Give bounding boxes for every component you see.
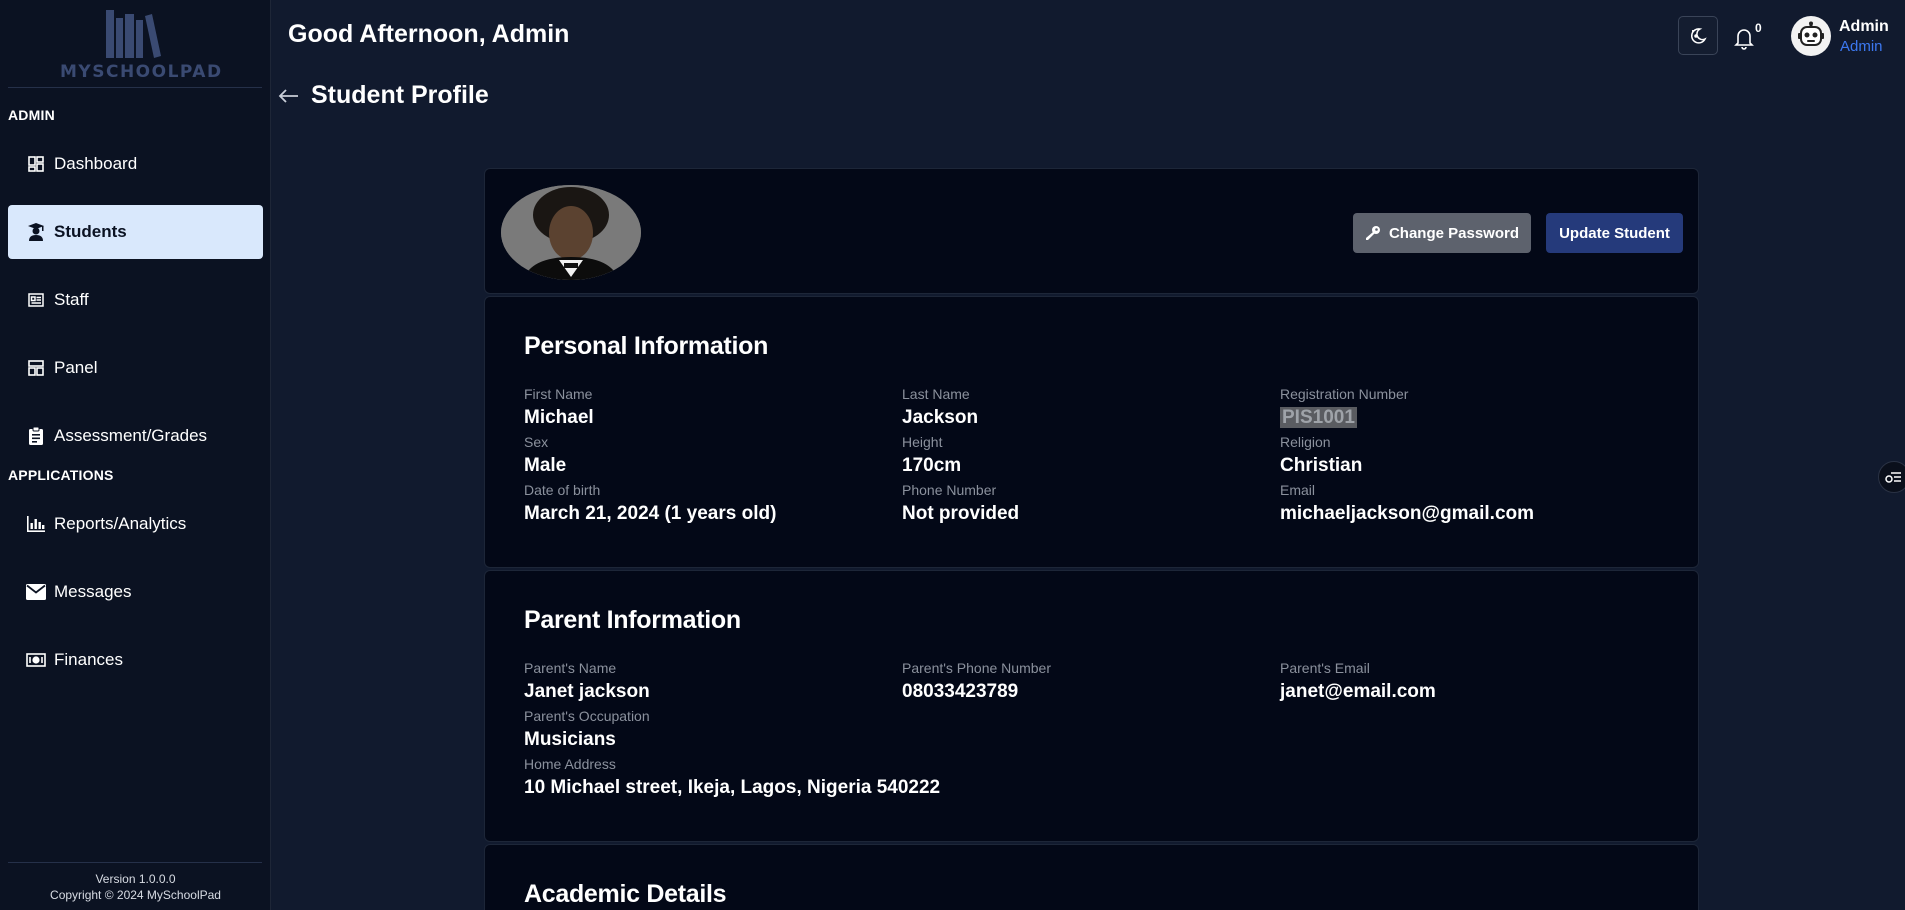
moon-sun-icon: [1690, 27, 1707, 44]
section-label-applications: APPLICATIONS: [8, 467, 114, 483]
field-label: Parent's Occupation: [524, 708, 650, 724]
parent-occupation-value: Musicians: [524, 729, 616, 750]
sidebar-item-label: Reports/Analytics: [54, 514, 187, 533]
student-photo: [501, 185, 641, 280]
field-label: Registration Number: [1280, 386, 1409, 402]
personal-information-card: Personal Information First Name Michael …: [484, 296, 1699, 568]
sidebar-item-label: Dashboard: [54, 154, 138, 173]
sidebar-item-finances[interactable]: Finances: [8, 633, 263, 687]
email-value: michaeljackson@gmail.com: [1280, 503, 1535, 524]
version-text: Version 1.0.0.0: [95, 872, 176, 886]
parent-email-value: janet@email.com: [1280, 681, 1436, 702]
sidebar-item-label: Students: [54, 222, 127, 241]
robot-avatar-icon: [1798, 21, 1824, 46]
sidebar-item-label: Finances: [54, 650, 123, 669]
avatar[interactable]: [1791, 16, 1831, 56]
divider: [8, 862, 262, 863]
money-icon: [26, 650, 46, 670]
sidebar-item-staff[interactable]: Staff: [8, 273, 263, 327]
sidebar-item-dashboard[interactable]: Dashboard: [8, 137, 263, 191]
side-drawer-toggle[interactable]: [1878, 461, 1905, 493]
sidebar-footer: Version 1.0.0.0 Copyright © 2024 MySchoo…: [0, 871, 271, 903]
arrow-left-icon: [278, 89, 298, 103]
parent-phone-value: 08033423789: [902, 681, 1019, 702]
phone-number-value: Not provided: [902, 503, 1020, 524]
theme-toggle-button[interactable]: [1678, 16, 1718, 55]
parent-information-card: Parent Information Parent's Name Janet j…: [484, 570, 1699, 842]
myschoolpad-logo[interactable]: MYSCHOOLPAD: [60, 8, 223, 82]
section-title: Personal Information: [524, 332, 769, 360]
change-password-label: Change Password: [1388, 224, 1520, 242]
field-label: Parent's Name: [524, 660, 617, 676]
back-button[interactable]: [277, 84, 301, 108]
update-student-label: Update Student: [1559, 224, 1670, 242]
section-title: Academic Details: [524, 880, 727, 908]
first-name-value: Michael: [524, 407, 594, 428]
field-label: Parent's Email: [1280, 660, 1370, 676]
page-title: Student Profile: [311, 81, 489, 109]
field-label: Parent's Phone Number: [902, 660, 1051, 676]
date-of-birth-value: March 21, 2024 (1 years old): [524, 503, 777, 524]
copyright-text: Copyright © 2024 MySchoolPad: [50, 888, 221, 902]
religion-value: Christian: [1280, 455, 1363, 476]
settings-list-icon: [1885, 472, 1901, 483]
sidebar-item-label: Staff: [54, 290, 89, 309]
student-graduate-icon: [26, 222, 46, 242]
panel-layout-icon: [26, 358, 46, 378]
field-label: Religion: [1280, 434, 1331, 450]
divider: [8, 87, 262, 88]
bell-icon: [1734, 29, 1754, 50]
profile-header-card: Change Password Update Student: [484, 168, 1699, 294]
greeting-heading: Good Afternoon, Admin: [288, 20, 570, 48]
key-icon: [1365, 226, 1380, 240]
notifications-button[interactable]: [1733, 26, 1755, 50]
sidebar-item-label: Panel: [54, 358, 98, 377]
last-name-value: Jackson: [902, 407, 979, 428]
sidebar-item-messages[interactable]: Messages: [8, 565, 263, 619]
section-title: Parent Information: [524, 606, 741, 634]
sidebar-item-label: Assessment/Grades: [54, 426, 208, 445]
parent-name-value: Janet jackson: [524, 681, 650, 702]
field-label: Date of birth: [524, 482, 601, 498]
user-role: Admin: [1840, 38, 1883, 55]
sidebar-item-reports-analytics[interactable]: Reports/Analytics: [8, 497, 263, 551]
clipboard-icon: [26, 426, 46, 446]
field-label: Sex: [524, 434, 549, 450]
envelope-icon: [26, 582, 46, 602]
dashboard-grid-icon: [26, 154, 46, 174]
field-label: First Name: [524, 386, 593, 402]
logo-text: MYSCHOOLPAD: [60, 62, 223, 82]
field-label: Last Name: [902, 386, 970, 402]
user-name[interactable]: Admin: [1839, 18, 1889, 36]
sidebar-item-students[interactable]: Students: [8, 205, 263, 259]
sidebar-item-label: Messages: [54, 582, 132, 601]
notification-count-badge: 0: [1755, 21, 1762, 35]
field-label: Phone Number: [902, 482, 997, 498]
change-password-button[interactable]: Change Password: [1353, 213, 1531, 253]
books-logo-icon: [106, 10, 161, 58]
section-label-admin: ADMIN: [8, 107, 55, 123]
bar-chart-icon: [26, 514, 46, 534]
sidebar: MYSCHOOLPAD ADMIN Dashboard Students Sta…: [0, 0, 271, 910]
height-value: 170cm: [902, 455, 962, 476]
registration-number-value: PIS1001: [1280, 407, 1357, 429]
field-label: Email: [1280, 482, 1316, 498]
staff-id-card-icon: [26, 290, 46, 310]
home-address-value: 10 Michael street, Ikeja, Lagos, Nigeria…: [524, 777, 941, 798]
sidebar-item-panel[interactable]: Panel: [8, 341, 263, 395]
update-student-button[interactable]: Update Student: [1546, 213, 1683, 253]
academic-details-card: Academic Details: [484, 844, 1699, 910]
field-label: Height: [902, 434, 943, 450]
sex-value: Male: [524, 455, 567, 476]
selected-text: PIS1001: [1280, 407, 1357, 428]
field-label: Home Address: [524, 756, 616, 772]
sidebar-item-assessment-grades[interactable]: Assessment/Grades: [8, 409, 263, 463]
